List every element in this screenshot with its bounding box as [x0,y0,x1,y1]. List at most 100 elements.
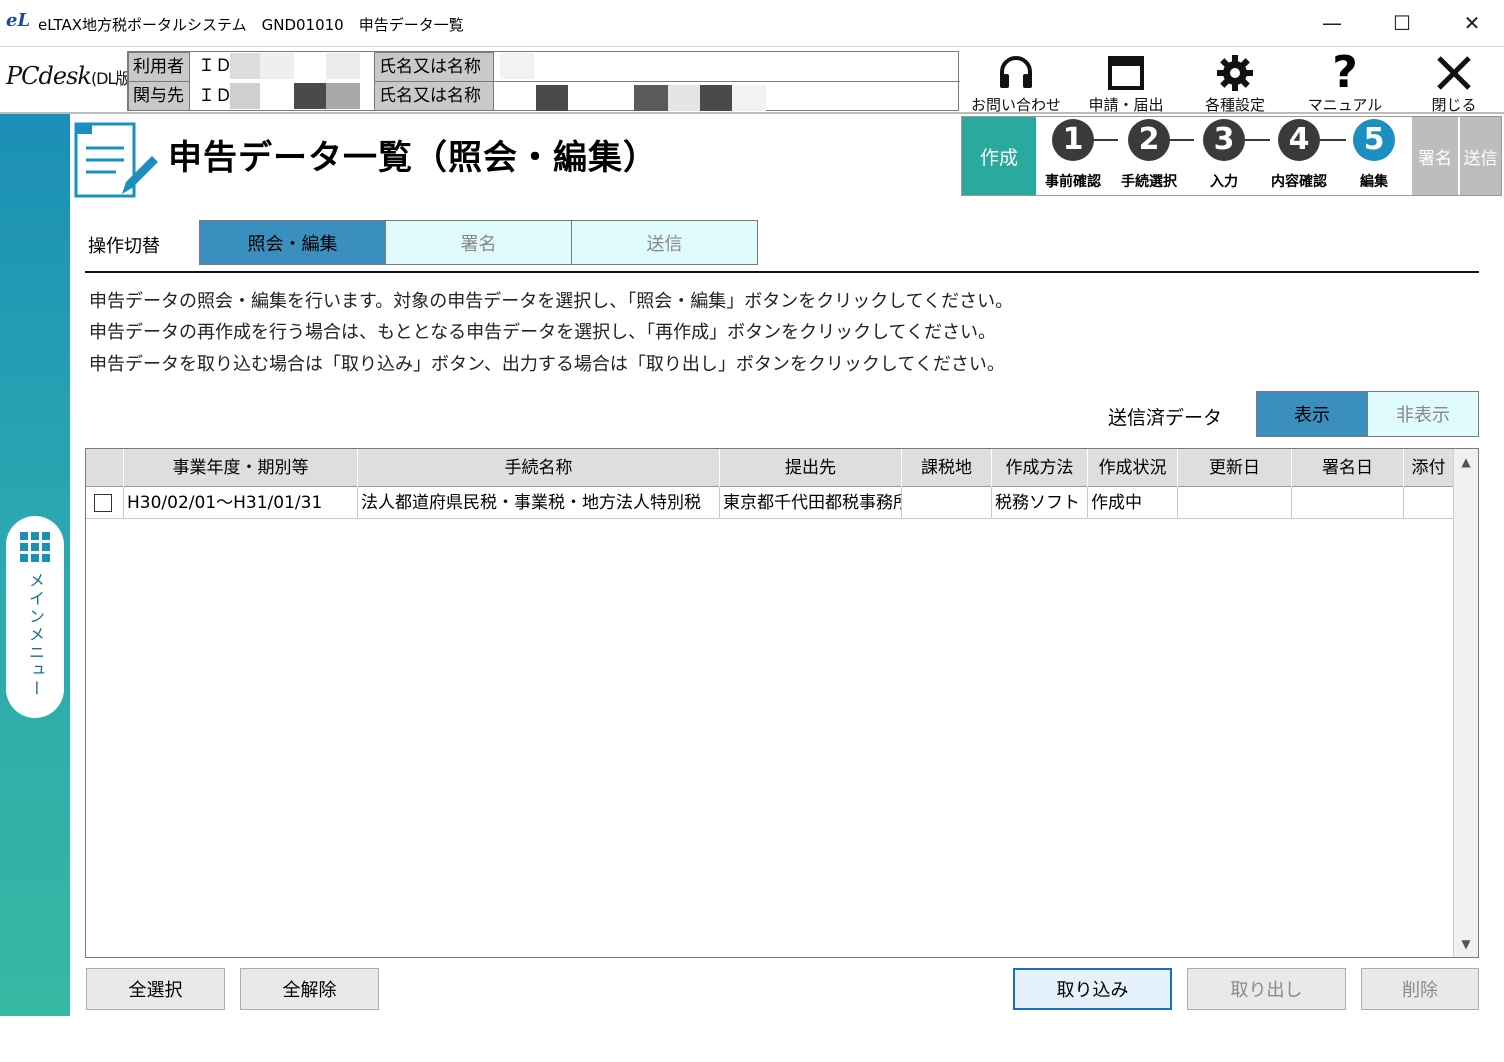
pcdesk-logo: PCdesk(DL版) [6,62,137,90]
table-header-cell[interactable]: 提出先 [720,449,902,487]
description-line: 申告データの再作成を行う場合は、もととなる申告データを選択し、「再作成」ボタンを… [89,322,997,343]
step-label: 編集 [1360,174,1388,190]
table-header-cell[interactable]: 作成状況 [1088,449,1178,487]
manual-label: マニュアル [1307,96,1383,114]
close-app-button[interactable]: 閉じる [1404,52,1504,114]
masked-value [536,85,568,111]
close-icon [1437,56,1471,90]
window-icon [1108,56,1144,90]
masked-value [668,85,700,111]
table-header: 事業年度・期別等 手続名称 提出先 課税地 作成方法 作成状況 更新日 署名日 … [86,449,1454,487]
import-button[interactable]: 取り込み [1013,968,1172,1010]
headset-icon [1000,56,1032,88]
masked-value [260,53,294,79]
table-header-cell[interactable]: 添付 [1404,449,1454,487]
related-id-label: ＩＤ [198,86,232,106]
masked-value [326,83,360,109]
table-header-cell[interactable]: 作成方法 [992,449,1088,487]
step-number: 2 [1128,119,1170,161]
step-number: 3 [1203,119,1245,161]
cell-updated [1178,487,1292,519]
cell-tax-place [902,487,992,519]
masked-value [326,53,360,79]
question-icon: ? [1332,47,1358,98]
step-label: 入力 [1210,174,1238,190]
masked-value [294,83,326,109]
title-bar: eL eLTAX地方税ポータルシステム GND01010 申告データ一覧 — ☐… [0,0,1504,47]
delete-button[interactable]: 削除 [1361,968,1479,1010]
step-4: 4 内容確認 [1264,119,1334,195]
row-checkbox[interactable] [94,494,112,512]
step-2: 2 手続選択 [1114,119,1184,195]
table-header-cell[interactable]: 署名日 [1292,449,1404,487]
table-header-cell[interactable]: 手続名称 [358,449,720,487]
user-name-label: 氏名又は名称 [374,52,494,82]
divider [85,271,1479,273]
gear-icon [1217,55,1253,91]
divider [494,81,960,82]
step-indicator: 作成 1 事前確認 2 手続選択 3 入力 4 内容確認 5 編集 署名 送信 [961,116,1502,196]
related-label: 関与先 [128,81,190,111]
tab-view-edit[interactable]: 照会・編集 [199,220,386,265]
tab-send[interactable]: 送信 [571,220,758,265]
cell-period: H30/02/01～H31/01/31 [124,487,358,519]
show-sent-button[interactable]: 表示 [1256,391,1368,437]
cell-destination: 東京都千代田都税事務所 [720,487,902,519]
select-all-button[interactable]: 全選択 [86,968,225,1010]
step-number: 5 [1353,119,1395,161]
deselect-all-button[interactable]: 全解除 [240,968,379,1010]
main-menu-button[interactable]: メインメニュー [6,516,64,718]
export-button[interactable]: 取り出し [1187,968,1346,1010]
masked-value [230,53,260,79]
masked-value [230,83,260,109]
window-title: eLTAX地方税ポータルシステム GND01010 申告データ一覧 [38,16,464,34]
document-edit-icon [72,116,162,204]
minimize-button[interactable]: — [1297,0,1367,46]
declaration-table: 事業年度・期別等 手続名称 提出先 課税地 作成方法 作成状況 更新日 署名日 … [85,448,1479,958]
maximize-button[interactable]: ☐ [1367,0,1437,46]
table-header-cell[interactable]: 事業年度・期別等 [124,449,358,487]
description-line: 申告データを取り込む場合は「取り込み」ボタン、出力する場合は「取り出し」ボタンを… [89,354,1005,375]
step-5: 5 編集 [1339,119,1409,195]
pcdesk-name: PCdesk [6,62,92,90]
table-header-cell[interactable]: 更新日 [1178,449,1292,487]
table-header-cell[interactable]: 課税地 [902,449,992,487]
row-checkbox-cell [86,487,124,519]
application-button[interactable]: 申請・届出 [1076,52,1176,114]
sidebar: メインメニュー [0,114,70,1016]
manual-button[interactable]: ? マニュアル [1295,47,1395,115]
cell-procedure: 法人都道府県民税・事業税・地方法人特別税 [358,487,720,519]
window-close-button[interactable]: ✕ [1437,0,1504,46]
main-menu-label: メインメニュー [26,572,45,698]
masked-value [732,85,766,111]
grid-icon [20,532,50,562]
settings-button[interactable]: 各種設定 [1185,52,1285,114]
masked-value [634,85,668,111]
masked-value [500,53,534,79]
table-row[interactable]: H30/02/01～H31/01/31 法人都道府県民税・事業税・地方法人特別税… [86,487,1454,519]
close-app-label: 閉じる [1431,96,1477,114]
application-label: 申請・届出 [1088,96,1164,114]
step-number: 1 [1052,119,1094,161]
description-line: 申告データの照会・編集を行います。対象の申告データを選択し、「照会・編集」ボタン… [89,291,1014,312]
cell-signed [1292,487,1404,519]
cell-attach [1404,487,1454,519]
step-number: 4 [1278,119,1320,161]
masked-value [700,85,732,111]
vertical-scrollbar[interactable]: ▲ ▼ [1453,449,1478,957]
cell-status: 作成中 [1088,487,1178,519]
sent-data-label: 送信済データ [1108,407,1223,429]
page-title: 申告データ一覧（照会・編集） [168,138,658,178]
step-label: 事前確認 [1045,174,1101,190]
settings-label: 各種設定 [1204,96,1265,114]
operation-switch-label: 操作切替 [88,236,160,257]
scroll-up-icon[interactable]: ▲ [1454,451,1478,473]
contact-label: お問い合わせ [970,96,1061,114]
step-3: 3 入力 [1189,119,1259,195]
contact-button[interactable]: お問い合わせ [966,52,1066,114]
table-header-check [86,449,124,487]
tab-sign[interactable]: 署名 [385,220,572,265]
scroll-down-icon[interactable]: ▼ [1454,933,1478,955]
hide-sent-button[interactable]: 非表示 [1367,391,1479,437]
step-sign-tab: 署名 [1412,117,1458,195]
